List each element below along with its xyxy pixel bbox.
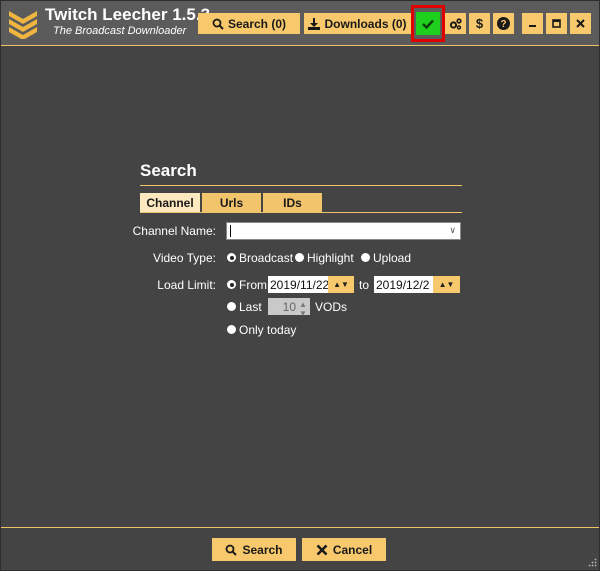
radio-upload[interactable] bbox=[361, 253, 370, 262]
radio-only-today-label: Only today bbox=[239, 323, 297, 337]
help-button[interactable]: ? bbox=[493, 13, 514, 34]
search-button[interactable]: Search bbox=[212, 538, 296, 561]
app-title: Twitch Leecher 1.5.3 bbox=[45, 5, 211, 24]
radio-last-label: Last bbox=[239, 300, 262, 314]
search-view-label: Search (0) bbox=[227, 16, 287, 31]
channel-name-label: Channel Name: bbox=[132, 224, 216, 238]
app-window: Twitch Leecher 1.5.3 The Broadcast Downl… bbox=[0, 0, 600, 571]
maximize-button[interactable] bbox=[546, 13, 567, 34]
to-date-spinner[interactable]: ▲▼ bbox=[433, 276, 460, 293]
load-limit-label: Load Limit: bbox=[157, 278, 216, 292]
app-subtitle: The Broadcast Downloader bbox=[53, 25, 187, 37]
tab-underline bbox=[140, 212, 462, 213]
footer-separator bbox=[1, 527, 599, 528]
from-date-input[interactable]: 2019/11/22 bbox=[268, 276, 328, 293]
resize-grip-icon[interactable] bbox=[587, 558, 597, 568]
radio-only-today[interactable] bbox=[227, 325, 236, 334]
search-title: Search bbox=[140, 161, 197, 180]
download-icon bbox=[308, 17, 321, 30]
radio-highlight-label: Highlight bbox=[307, 251, 354, 265]
check-icon bbox=[422, 19, 434, 29]
tab-ids[interactable]: IDs bbox=[263, 193, 322, 212]
tab-channel[interactable]: Channel bbox=[140, 193, 200, 212]
status-button[interactable] bbox=[416, 12, 440, 35]
video-type-label: Video Type: bbox=[153, 251, 216, 265]
updown-icon: ▲▼ bbox=[438, 280, 455, 289]
close-icon bbox=[576, 19, 585, 28]
close-icon bbox=[316, 544, 328, 555]
title-underline bbox=[140, 185, 462, 186]
vods-label: VODs bbox=[315, 300, 348, 314]
cancel-button[interactable]: Cancel bbox=[302, 538, 386, 561]
close-button[interactable] bbox=[570, 13, 591, 34]
gears-icon bbox=[449, 17, 462, 30]
radio-broadcast-label: Broadcast bbox=[239, 251, 294, 265]
svg-text:?: ? bbox=[500, 19, 506, 30]
search-icon bbox=[226, 544, 238, 556]
downloads-view-label: Downloads (0) bbox=[324, 16, 407, 31]
radio-last[interactable] bbox=[227, 302, 236, 311]
downloads-view-button[interactable]: Downloads (0) bbox=[304, 13, 411, 34]
settings-button[interactable] bbox=[445, 13, 466, 34]
minimize-button[interactable] bbox=[522, 13, 543, 34]
search-icon bbox=[212, 18, 224, 30]
to-label: to bbox=[359, 278, 370, 292]
search-view-button[interactable]: Search (0) bbox=[198, 13, 300, 34]
logo-chevrons-icon bbox=[9, 11, 37, 39]
radio-upload-label: Upload bbox=[373, 251, 412, 265]
radio-highlight[interactable] bbox=[295, 253, 304, 262]
question-icon: ? bbox=[497, 17, 510, 30]
dollar-icon: $ bbox=[475, 16, 484, 31]
search-button-label: Search bbox=[242, 542, 283, 557]
updown-icon[interactable]: ▲ ▼ bbox=[299, 300, 307, 318]
tab-urls-label: Urls bbox=[219, 195, 244, 210]
cancel-button-label: Cancel bbox=[332, 542, 373, 557]
tab-ids-label: IDs bbox=[283, 195, 302, 210]
maximize-icon bbox=[552, 19, 561, 28]
tab-channel-label: Channel bbox=[146, 195, 194, 210]
updown-icon: ▲▼ bbox=[333, 280, 349, 289]
tab-urls[interactable]: Urls bbox=[202, 193, 261, 212]
from-date-spinner[interactable]: ▲▼ bbox=[328, 276, 354, 293]
to-date-input[interactable]: 2019/12/2 bbox=[374, 276, 433, 293]
chevron-down-icon[interactable]: ∨ bbox=[449, 225, 456, 236]
radio-from-label: From bbox=[239, 278, 267, 292]
channel-name-combobox[interactable]: ∨ bbox=[226, 222, 461, 240]
header-separator bbox=[1, 45, 599, 46]
minimize-icon bbox=[529, 25, 536, 27]
text-caret bbox=[230, 225, 231, 237]
donate-button[interactable]: $ bbox=[469, 13, 490, 34]
title-bar[interactable]: Twitch Leecher 1.5.3 The Broadcast Downl… bbox=[1, 1, 599, 45]
radio-broadcast[interactable] bbox=[227, 253, 236, 262]
radio-from[interactable] bbox=[227, 280, 236, 289]
